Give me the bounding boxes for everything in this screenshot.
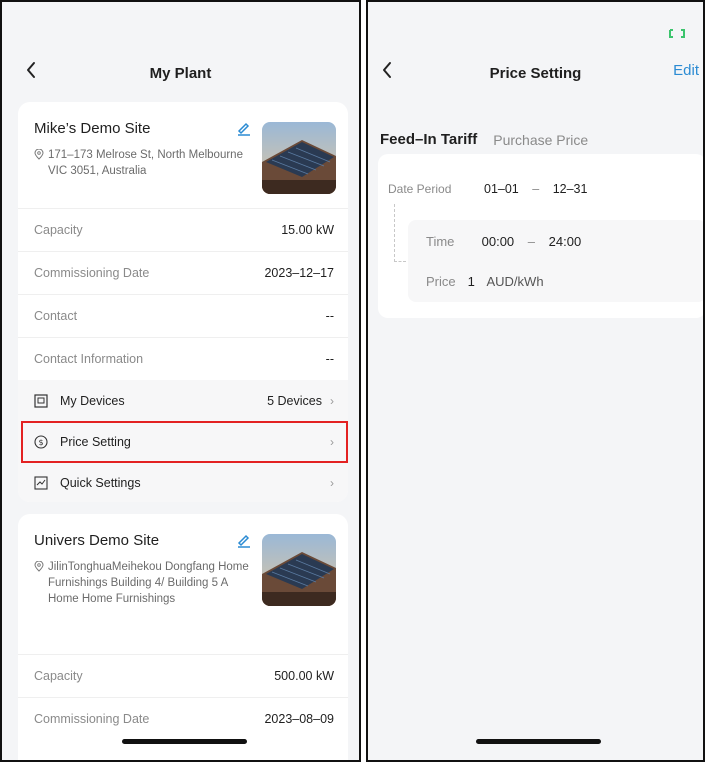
contact-label: Contact <box>34 309 78 323</box>
contact-information-row: Contact Information -- <box>18 337 348 380</box>
price-setting-highlight-box <box>21 421 348 463</box>
nav-bar: My Plant <box>2 48 359 98</box>
capacity-row: Capacity 15.00 kW <box>18 208 348 251</box>
solar-house-photo <box>262 534 336 606</box>
commissioning-date-label: Commissioning Date <box>34 266 150 280</box>
location-pin-icon <box>34 561 44 572</box>
tab-purchase-price[interactable]: Purchase Price <box>493 132 588 148</box>
capacity-label: Capacity <box>34 669 83 683</box>
home-indicator <box>122 739 247 744</box>
my-plant-screen: My Plant Mike’s Demo Site 171–173 Melros… <box>0 0 361 762</box>
time-end: 24:00 <box>548 234 582 249</box>
contact-value: -- <box>325 309 334 323</box>
edit-button[interactable]: Edit <box>673 62 699 79</box>
tab-feed-in-tariff[interactable]: Feed–In Tariff <box>380 131 478 158</box>
commissioning-date-value: 2023–08–09 <box>264 712 334 726</box>
contact-information-label: Contact Information <box>34 352 144 366</box>
price-label: Price <box>426 274 456 289</box>
time-price-box: Time 00:00 – 24:00 Price 1 AUD/kWh <box>408 220 703 302</box>
tab-bar: Feed–In Tariff Purchase Price <box>368 106 703 158</box>
site-address: JilinTonghuaMeihekou Dongfang Home Furni… <box>34 559 252 607</box>
devices-count: 5 Devices <box>267 393 322 408</box>
back-arrow-icon[interactable] <box>376 58 400 82</box>
time-row: Time 00:00 – 24:00 <box>426 234 581 249</box>
capacity-row: Capacity 500.00 kW <box>18 654 348 697</box>
chevron-right-icon: › <box>330 393 334 408</box>
back-arrow-icon[interactable] <box>20 58 44 82</box>
tab-feed-in-tariff-label: Feed–In Tariff <box>380 131 478 148</box>
site-address-text: JilinTonghuaMeihekou Dongfang Home Furni… <box>48 561 249 605</box>
price-value: 1 <box>467 274 475 289</box>
site-header[interactable]: Mike’s Demo Site 171–173 Melrose St, Nor… <box>18 102 348 208</box>
site-address: 171–173 Melrose St, North Melbourne VIC … <box>34 147 252 179</box>
contact-information-value: -- <box>325 352 334 366</box>
price-row: Price 1 AUD/kWh <box>426 274 544 289</box>
commissioning-date-row: Commissioning Date 2023–08–09 <box>18 697 348 740</box>
site-header[interactable]: Univers Demo Site JilinTonghuaMeihekou D… <box>18 514 348 654</box>
solar-house-photo <box>262 122 336 194</box>
contact-row: Contact -- <box>18 294 348 337</box>
date-start: 01–01 <box>484 182 519 196</box>
commissioning-date-label: Commissioning Date <box>34 712 150 726</box>
status-bar <box>368 2 703 48</box>
date-separator: – <box>532 182 540 196</box>
date-period-value: 01–01 – 12–31 <box>484 182 587 196</box>
menu-quick-settings-label: Quick Settings <box>60 475 141 490</box>
tree-connector <box>394 204 406 262</box>
edit-pencil-icon[interactable] <box>236 120 252 136</box>
page-title: Price Setting <box>489 64 582 82</box>
nav-bar: Price Setting Edit <box>368 48 703 98</box>
commissioning-date-value: 2023–12–17 <box>264 266 334 280</box>
capacity-value: 15.00 kW <box>281 223 334 237</box>
capacity-label: Capacity <box>34 223 83 237</box>
status-bar <box>2 2 359 48</box>
chart-icon <box>34 475 48 490</box>
site-card: Univers Demo Site JilinTonghuaMeihekou D… <box>18 514 348 760</box>
site-address-text: 171–173 Melrose St, North Melbourne VIC … <box>48 149 243 177</box>
time-separator: – <box>527 234 536 249</box>
menu-quick-settings[interactable]: Quick Settings › <box>18 462 348 502</box>
home-indicator <box>476 739 601 744</box>
capacity-value: 500.00 kW <box>274 669 334 683</box>
time-start: 00:00 <box>481 234 515 249</box>
commissioning-date-row: Commissioning Date 2023–12–17 <box>18 251 348 294</box>
battery-icon <box>669 29 685 38</box>
price-setting-screen: Price Setting Edit Feed–In Tariff Purcha… <box>366 0 705 762</box>
date-period-label: Date Period <box>388 182 452 196</box>
location-pin-icon <box>34 149 44 160</box>
date-end: 12–31 <box>552 182 588 196</box>
page-title: My Plant <box>149 64 212 82</box>
chevron-right-icon: › <box>330 475 334 490</box>
monitor-icon <box>34 393 48 408</box>
tariff-card: Date Period 01–01 – 12–31 Time 00:00 – 2… <box>378 154 703 318</box>
edit-pencil-icon[interactable] <box>236 532 252 548</box>
time-label: Time <box>426 234 455 249</box>
price-unit: AUD/kWh <box>486 274 544 289</box>
menu-my-devices[interactable]: My Devices 5 Devices › <box>18 380 348 421</box>
menu-my-devices-label: My Devices <box>60 393 125 408</box>
